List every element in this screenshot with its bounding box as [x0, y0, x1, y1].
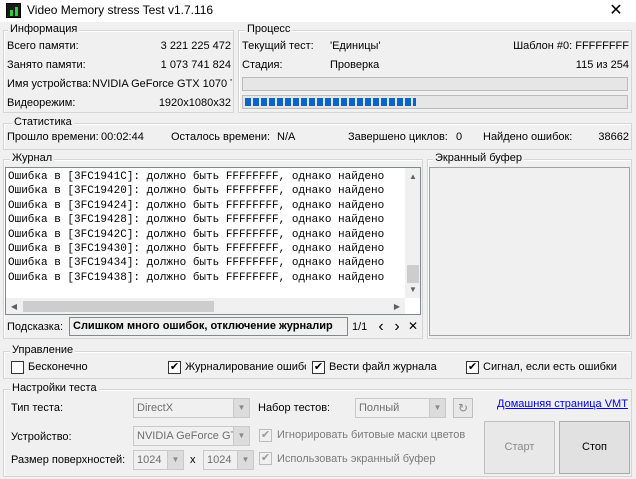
- surface-height-select[interactable]: 1024 ▼: [203, 450, 254, 470]
- cycles-label: Завершено циклов:: [348, 131, 448, 143]
- device-value: NVIDIA GeForce GTX: [137, 430, 245, 442]
- stage-label: Стадия:: [242, 59, 283, 71]
- chevron-down-icon: ▼: [233, 427, 249, 445]
- error-logging-label: Журналирование ошибок: [185, 361, 306, 373]
- test-set-value: Полный: [359, 402, 400, 414]
- control-legend: Управление: [10, 344, 76, 357]
- device-label: Устройство:: [11, 431, 72, 443]
- scroll-left-arrow[interactable]: ◀: [6, 298, 22, 314]
- chevron-down-icon: ▼: [429, 399, 445, 417]
- device-name-value: NVIDIA GeForce GTX 1070 Ti: [92, 78, 232, 90]
- test-type-label: Тип теста:: [11, 402, 64, 414]
- video-mode-label: Видеорежим:: [7, 97, 76, 109]
- stage-value: Проверка: [330, 59, 380, 71]
- journal-hscrollbar[interactable]: ◀ ▶: [6, 298, 405, 314]
- current-test-label: Текущий тест:: [242, 40, 314, 52]
- stats-legend: Статистика: [12, 116, 74, 129]
- remaining-value: N/A: [277, 131, 296, 143]
- hint-label: Подсказка:: [7, 321, 64, 333]
- infinite-label: Бесконечно: [28, 361, 88, 373]
- journal-line: Ошибка в [3FC1941C]: должно быть FFFFFFF…: [8, 171, 385, 183]
- test-set-label: Набор тестов:: [258, 402, 331, 414]
- chevron-down-icon: ▼: [233, 399, 249, 417]
- journal-line: Ошибка в [3FC1942C]: должно быть FFFFFFF…: [8, 228, 385, 241]
- hint-text: Слишком много ошибок, отключение журнали…: [69, 317, 348, 336]
- close-window-button[interactable]: ✕: [596, 0, 636, 22]
- journal-vscrollbar[interactable]: ▲ ▼: [405, 168, 420, 298]
- journal-legend: Журнал: [10, 152, 55, 165]
- surface-height-value: 1024: [207, 454, 232, 466]
- template-label: Шаблон #0: FFFFFFFF: [513, 40, 629, 52]
- test-set-select[interactable]: Полный ▼: [355, 398, 446, 418]
- elapsed-label: Прошло времени:: [7, 131, 99, 143]
- errors-value: 38662: [598, 131, 629, 143]
- surface-size-label: Размер поверхностей:: [11, 454, 126, 466]
- remaining-label: Осталось времени:: [171, 131, 271, 143]
- error-signal-checkbox[interactable]: ✔: [466, 361, 479, 374]
- surface-x-label: x: [190, 454, 196, 466]
- journal-hscroll-thumb[interactable]: [23, 301, 214, 312]
- app-icon: [6, 3, 21, 18]
- error-logging-checkbox[interactable]: ✔: [168, 361, 181, 374]
- ignore-masks-label: Игнорировать битовые маски цветов: [277, 429, 466, 441]
- log-file-label: Вести файл журнала: [329, 361, 437, 373]
- test-type-value: DirectX: [137, 402, 174, 414]
- cycles-value: 0: [456, 131, 463, 143]
- stage-count: 115 из 254: [575, 59, 629, 71]
- screen-buffer-view: [429, 167, 630, 336]
- homepage-link[interactable]: Домашняя страница VMT: [497, 398, 628, 410]
- stop-button[interactable]: Стоп: [559, 421, 630, 474]
- video-mode-value: 1920x1080x32: [158, 97, 231, 109]
- start-button[interactable]: Старт: [484, 421, 555, 474]
- scroll-right-arrow[interactable]: ▶: [389, 298, 405, 314]
- elapsed-value: 00:02:44: [101, 131, 144, 143]
- use-screen-buffer-label: Использовать экранный буфер: [277, 453, 436, 465]
- ignore-masks-checkbox[interactable]: ✔: [259, 429, 272, 442]
- test-type-select[interactable]: DirectX ▼: [133, 398, 250, 418]
- window-title: Video Memory stress Test v1.7.116: [27, 3, 214, 17]
- stage-progress-bar: [242, 95, 628, 109]
- info-legend: Информация: [8, 23, 80, 36]
- refresh-tests-button[interactable]: ↻: [453, 398, 473, 418]
- journal-log[interactable]: Ошибка в [3FC1941C]: должно быть FFFFFFF…: [5, 167, 421, 315]
- use-screen-buffer-checkbox[interactable]: ✔: [259, 452, 272, 465]
- surface-width-select[interactable]: 1024 ▼: [133, 450, 184, 470]
- journal-line: Ошибка в [3FC19428]: должно быть FFFFFFF…: [8, 214, 385, 227]
- journal-line: Ошибка в [3FC19434]: должно быть FFFFFFF…: [8, 257, 385, 270]
- surface-width-value: 1024: [137, 454, 162, 466]
- hint-prev-button[interactable]: ‹: [375, 318, 387, 336]
- total-memory-value: 3 221 225 472: [160, 40, 231, 52]
- chevron-down-icon: ▼: [167, 451, 183, 469]
- scroll-up-arrow[interactable]: ▲: [405, 168, 420, 185]
- errors-label: Найдено ошибок:: [483, 131, 573, 143]
- chevron-down-icon: ▼: [237, 451, 253, 469]
- error-signal-label: Сигнал, если есть ошибки: [483, 361, 617, 373]
- journal-line: Ошибка в [3FC19424]: должно быть FFFFFFF…: [8, 199, 385, 212]
- hint-counter: 1/1: [352, 321, 368, 333]
- log-file-checkbox[interactable]: ✔: [312, 361, 325, 374]
- journal-line: Ошибка в [3FC19438]: должно быть FFFFFFF…: [8, 271, 385, 284]
- journal-line: Ошибка в [3FC19420]: должно быть FFFFFFF…: [8, 185, 385, 198]
- total-memory-label: Всего памяти:: [7, 40, 79, 52]
- used-memory-label: Занято памяти:: [7, 59, 86, 71]
- device-select[interactable]: NVIDIA GeForce GTX ▼: [133, 426, 250, 446]
- hint-next-button[interactable]: ›: [391, 318, 403, 336]
- stage-progress-fill: [245, 98, 416, 106]
- refresh-icon: ↻: [457, 401, 469, 415]
- used-memory-value: 1 073 741 824: [160, 59, 231, 71]
- device-name-label: Имя устройства:: [7, 78, 92, 90]
- hint-close-button[interactable]: ✕: [407, 320, 419, 333]
- journal-line: Ошибка в [3FC19430]: должно быть FFFFFFF…: [8, 243, 385, 256]
- current-test-value: 'Единицы': [330, 40, 381, 52]
- process-legend: Процесс: [245, 23, 293, 36]
- settings-legend: Настройки теста: [10, 382, 99, 395]
- overall-progress-bar: [242, 77, 628, 91]
- screen-buffer-legend: Экранный буфер: [433, 152, 524, 165]
- infinite-checkbox[interactable]: [11, 361, 24, 374]
- journal-lines: Ошибка в [3FC1941C]: должно быть FFFFFFF…: [6, 170, 406, 298]
- scroll-down-arrow[interactable]: ▼: [405, 281, 420, 298]
